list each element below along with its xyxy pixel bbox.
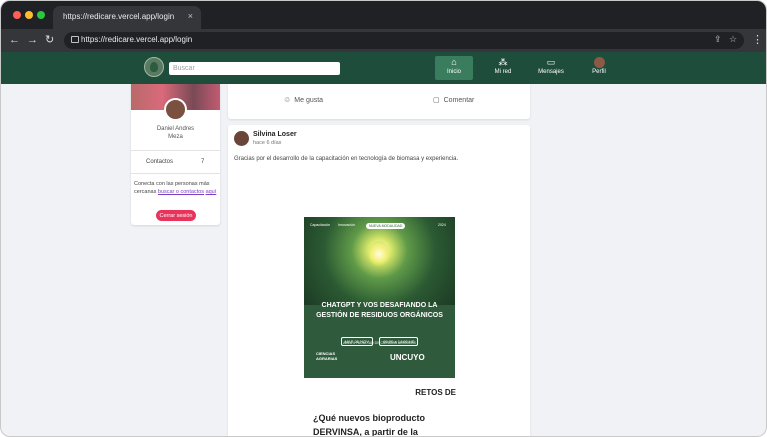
nav-profile[interactable]: Perfil (586, 56, 612, 80)
uncuyo-logo: UNCUYO (390, 353, 425, 362)
nav-profile-label: Perfil (592, 69, 606, 75)
poster-title-line: CHATGPT Y VOS DESAFIANDO LA (321, 302, 438, 309)
post-question-line: DERVINSA, a partir de la (313, 427, 418, 437)
profile-name-first: Daniel Andres (156, 126, 195, 132)
profile-card: Daniel Andres Meza Contactos 7 Conecta c… (131, 84, 220, 225)
comment-button[interactable]: ▢ Comentar (433, 96, 475, 105)
close-window-button[interactable] (13, 11, 21, 19)
share-icon[interactable]: ⇪ (714, 34, 722, 45)
comment-icon: ▢ (433, 97, 440, 104)
poster-tag: Innovación (338, 223, 355, 227)
like-label: Me gusta (294, 96, 324, 104)
poster-title-line: GESTIÓN DE RESIDUOS ORGÁNICOS (316, 312, 443, 319)
author-avatar[interactable] (234, 131, 249, 146)
search-contacts-link[interactable]: buscar o contactos (158, 189, 204, 195)
avatar (593, 57, 605, 68)
comment-label: Comentar (443, 96, 475, 104)
url-text[interactable]: https://redicare.vercel.app/login (81, 35, 192, 44)
contacts-count: 7 (201, 159, 205, 165)
app-header: ⌂ Inicio ⁂ Mi red ▭ Mensajes Perfil (1, 52, 766, 84)
tab-title: https://redicare.vercel.app/login (63, 12, 175, 21)
poster-tag: 2024 (438, 223, 446, 227)
nav-messages[interactable]: ▭ Mensajes (531, 56, 571, 80)
poster-tag: NUEVA MODALIDAD (366, 223, 406, 229)
nav-network-label: Mi red (494, 69, 512, 75)
network-icon: ⁂ (498, 57, 508, 67)
poster-title: CHATGPT Y VOS DESAFIANDO LA GESTIÓN DE R… (304, 301, 455, 321)
post-card: Silvina Loser hace 6 días Gracias por el… (228, 125, 530, 437)
post-author[interactable]: Silvina Loser (253, 131, 297, 138)
divider (131, 173, 220, 174)
lightbulb-icon (369, 241, 389, 267)
app-logo-icon[interactable] (144, 57, 164, 77)
here-link[interactable]: aquí (206, 189, 217, 195)
agrarias-logo: CIENCIAS AGRARIAS (316, 351, 337, 361)
messages-icon: ▭ (546, 57, 556, 67)
forward-arrow-icon[interactable]: → (27, 33, 38, 47)
divider (131, 150, 220, 151)
reload-icon[interactable]: ↻ (45, 33, 54, 47)
logout-button[interactable]: Cerrar sesión (156, 210, 196, 221)
browser-tab[interactable]: https://redicare.vercel.app/login × (53, 6, 201, 29)
bookmark-star-icon[interactable]: ☆ (729, 34, 737, 45)
back-arrow-icon[interactable]: ← (9, 33, 20, 47)
minimize-window-button[interactable] (25, 11, 33, 19)
profile-name-last: Meza (168, 134, 183, 140)
address-bar[interactable]: https://redicare.vercel.app/login ⇪ ☆ (64, 32, 744, 49)
maximize-window-button[interactable] (37, 11, 45, 19)
nav-home[interactable]: ⌂ Inicio (435, 56, 473, 80)
browser-window: https://redicare.vercel.app/login × ← → … (0, 0, 767, 437)
nav-home-label: Inicio (446, 69, 461, 75)
nav-messages-label: Mensajes (538, 69, 564, 75)
browser-tab-bar: https://redicare.vercel.app/login × (1, 1, 766, 29)
agrarias-logo-line: AGRARIAS (316, 356, 338, 361)
like-button[interactable]: ♲ Me gusta (284, 96, 324, 105)
lock-icon (71, 36, 79, 43)
post-time: hace 6 días (253, 140, 282, 146)
like-icon: ♲ (284, 97, 291, 104)
search-input[interactable] (169, 62, 340, 75)
poster-place: AULA 4 FACULTAD DE CIENCIAS AGRARIAS (343, 341, 416, 345)
browser-toolbar: ← → ↻ https://redicare.vercel.app/login … (1, 29, 766, 52)
poster-tag: Capacitación (310, 223, 331, 227)
poster-schedule: MAR 26 NOV 09:00 a 14:00 HS (304, 330, 455, 348)
home-icon: ⌂ (451, 57, 457, 67)
browser-menu-icon[interactable]: ⋮ (752, 33, 763, 47)
tab-close-icon[interactable]: × (188, 11, 193, 21)
post-image[interactable]: Capacitación Innovación NUEVA MODALIDAD … (304, 217, 455, 378)
profile-description: Conecta con las personas más cercanas bu… (134, 180, 218, 196)
previous-post-card: ♲ Me gusta ▢ Comentar (228, 84, 530, 119)
post-text: Gracias por el desarrollo de la capacita… (234, 156, 459, 162)
contacts-label[interactable]: Contactos (146, 159, 173, 165)
post-subheading: RETOS DE (415, 388, 456, 397)
nav-network[interactable]: ⁂ Mi red (485, 56, 521, 80)
profile-avatar[interactable] (164, 98, 187, 121)
post-question-line: ¿Qué nuevos bioproducto (313, 413, 425, 423)
